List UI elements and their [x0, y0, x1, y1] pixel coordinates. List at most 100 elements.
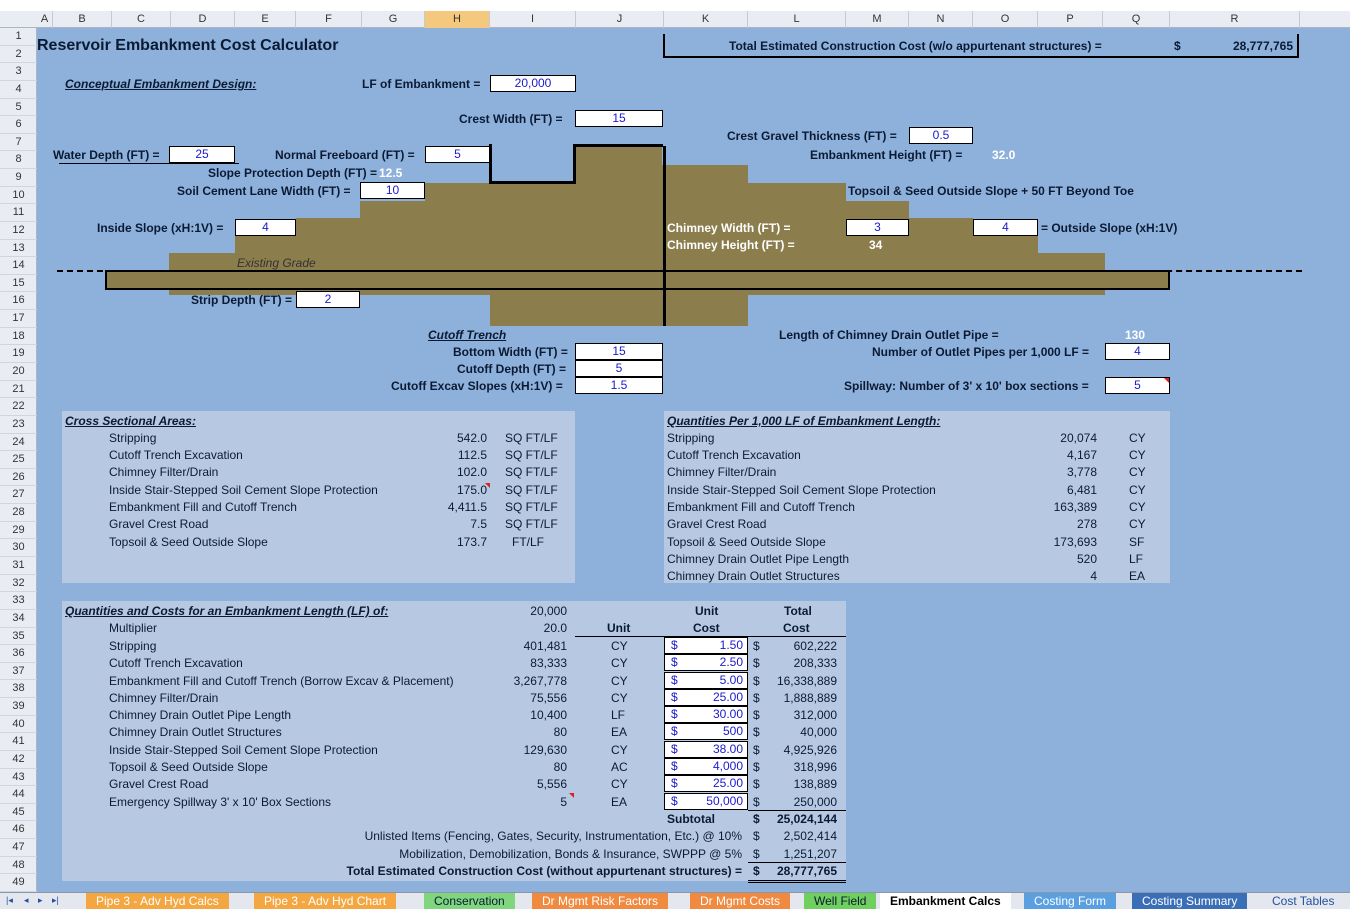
row-header[interactable]: 2 [0, 46, 37, 64]
tab-pipe3-adv-hyd-chart[interactable]: Pipe 3 - Adv Hyd Chart [254, 893, 397, 909]
row-header[interactable]: 24 [0, 434, 37, 452]
prev-sheet-icon[interactable]: ◂ [24, 895, 29, 906]
cutoff-slopes-input[interactable]: 1.5 [575, 377, 663, 394]
unit-cost-input[interactable]: $2.50 [664, 654, 748, 671]
tab-embankment-calcs[interactable]: Embankment Calcs [880, 893, 1011, 909]
row-header[interactable]: 22 [0, 398, 37, 416]
row-header[interactable]: 20 [0, 363, 37, 381]
row-header[interactable]: 35 [0, 628, 37, 646]
lane-width-input[interactable]: 10 [360, 182, 425, 199]
column-header[interactable]: R [1170, 11, 1300, 28]
row-header[interactable]: 48 [0, 857, 37, 875]
row-header[interactable]: 37 [0, 663, 37, 681]
tab-costing-form[interactable]: Costing Form [1024, 893, 1117, 909]
lf-input[interactable]: 20,000 [490, 75, 576, 92]
column-header[interactable]: M [846, 11, 909, 28]
row-header[interactable]: 43 [0, 769, 37, 787]
column-header[interactable]: E [235, 11, 296, 28]
tab-dr-mgmt-costs[interactable]: Dr Mgmt Costs [690, 893, 791, 909]
row-header[interactable]: 39 [0, 698, 37, 716]
row-header[interactable]: 41 [0, 733, 37, 751]
row-header[interactable]: 5 [0, 99, 37, 117]
tab-pipe3-adv-hyd-calcs[interactable]: Pipe 3 - Adv Hyd Calcs [86, 893, 229, 909]
row-header[interactable]: 46 [0, 821, 37, 840]
column-header[interactable]: O [973, 11, 1038, 28]
column-header[interactable]: A [37, 11, 53, 28]
unit-cost-input[interactable]: $1.50 [664, 637, 748, 654]
row-header[interactable]: 31 [0, 557, 37, 575]
tab-cost-tables[interactable]: Cost Tables [1262, 893, 1345, 909]
column-header[interactable]: F [296, 11, 362, 28]
row-header[interactable]: 33 [0, 592, 37, 610]
row-header[interactable]: 40 [0, 716, 37, 734]
column-header[interactable]: N [909, 11, 973, 28]
outside-slope-input[interactable]: 4 [973, 219, 1038, 236]
comment-indicator[interactable] [569, 793, 574, 798]
last-sheet-icon[interactable]: ▸| [52, 895, 59, 906]
column-header[interactable]: Q [1103, 11, 1170, 28]
unit-cost-input[interactable]: $500 [664, 723, 748, 740]
row-header[interactable]: 44 [0, 786, 37, 804]
column-header[interactable]: I [490, 11, 576, 28]
row-header[interactable]: 3 [0, 63, 37, 81]
row-header[interactable]: 9 [0, 169, 37, 187]
column-header-selected[interactable]: H [425, 11, 490, 28]
unit-cost-input[interactable]: $25.00 [664, 689, 748, 706]
row-header[interactable]: 49 [0, 874, 37, 892]
outlet-pipes-input[interactable]: 4 [1105, 343, 1170, 360]
row-header[interactable]: 13 [0, 240, 37, 258]
tab-dr-mgmt-risk-factors[interactable]: Dr Mgmt Risk Factors [532, 893, 669, 909]
unit-cost-input[interactable]: $50,000 [664, 793, 748, 810]
tab-costing-summary[interactable]: Costing Summary [1132, 893, 1248, 909]
row-header[interactable]: 7 [0, 134, 37, 152]
row-header[interactable]: 14 [0, 257, 37, 275]
water-depth-input[interactable]: 25 [169, 146, 235, 163]
row-header[interactable]: 21 [0, 381, 37, 399]
column-header[interactable]: K [664, 11, 748, 28]
row-header[interactable]: 15 [0, 275, 37, 293]
row-header[interactable]: 12 [0, 222, 37, 240]
crest-width-input[interactable]: 15 [575, 110, 663, 127]
row-header[interactable]: 29 [0, 522, 37, 540]
unit-cost-input[interactable]: $4,000 [664, 758, 748, 775]
column-header[interactable]: P [1038, 11, 1103, 28]
row-header[interactable]: 30 [0, 539, 37, 557]
column-header[interactable]: D [171, 11, 235, 28]
tab-conservation[interactable]: Conservation [424, 893, 515, 909]
chimney-width-input[interactable]: 3 [846, 219, 909, 236]
row-header[interactable]: 27 [0, 486, 37, 505]
row-header[interactable]: 45 [0, 804, 37, 822]
row-header[interactable]: 4 [0, 81, 37, 99]
row-header[interactable]: 18 [0, 328, 37, 346]
column-header[interactable]: G [362, 11, 425, 28]
bottom-width-input[interactable]: 15 [575, 343, 663, 360]
column-header[interactable]: B [53, 11, 112, 28]
row-header[interactable]: 36 [0, 645, 37, 663]
row-header[interactable]: 10 [0, 187, 37, 205]
column-header[interactable]: C [112, 11, 171, 28]
tab-well-field[interactable]: Well Field [804, 893, 877, 909]
row-header[interactable]: 19 [0, 345, 37, 363]
row-header[interactable]: 16 [0, 292, 37, 311]
cutoff-depth-input[interactable]: 5 [575, 360, 663, 377]
row-header[interactable]: 8 [0, 151, 37, 170]
row-header[interactable]: 26 [0, 469, 37, 487]
first-sheet-icon[interactable]: |◂ [6, 895, 13, 906]
row-header[interactable]: 47 [0, 839, 37, 857]
next-sheet-icon[interactable]: ▸ [38, 895, 43, 906]
row-header[interactable]: 28 [0, 504, 37, 522]
row-header[interactable]: 25 [0, 451, 37, 469]
row-header[interactable]: 42 [0, 751, 37, 769]
comment-indicator[interactable] [485, 483, 490, 488]
row-header[interactable]: 38 [0, 680, 37, 699]
unit-cost-input[interactable]: $5.00 [664, 672, 748, 689]
row-header[interactable]: 6 [0, 116, 37, 134]
comment-indicator[interactable] [1164, 378, 1169, 383]
strip-depth-input[interactable]: 2 [296, 291, 360, 308]
spillway-input[interactable]: 5 [1105, 377, 1170, 394]
row-header[interactable]: 17 [0, 310, 37, 328]
row-header[interactable]: 23 [0, 416, 37, 434]
column-header[interactable]: L [748, 11, 846, 28]
unit-cost-input[interactable]: $25.00 [664, 775, 748, 792]
unit-cost-input[interactable]: $38.00 [664, 741, 748, 758]
